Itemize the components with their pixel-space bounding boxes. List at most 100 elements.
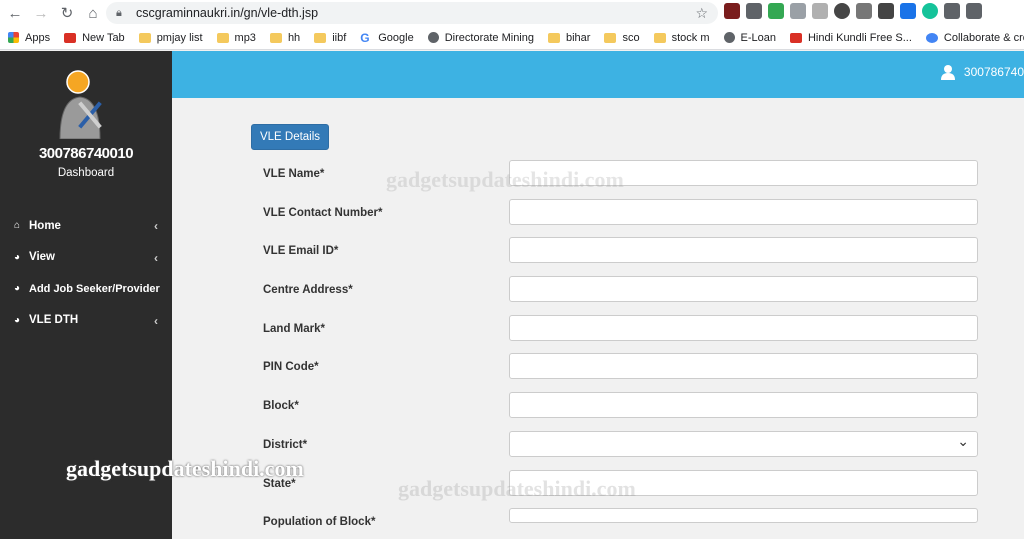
folder-icon (216, 32, 229, 43)
bookmarks-bar: Apps New Tab pmjay list mp3 hh iibf G Goo… (0, 26, 1024, 50)
form-row-block: Block* (263, 392, 979, 428)
sidebar-item-home[interactable]: ⌂ Home ‹ (0, 210, 172, 242)
opera-icon (64, 32, 77, 43)
address-bar[interactable]: 🔒︎ cscgraminnaukri.in/gn/vle-dth.jsp ☆ (106, 2, 718, 24)
kundli-icon (789, 32, 802, 43)
form-row-email: VLE Email ID* (263, 237, 979, 273)
folder-icon (314, 32, 327, 43)
chevron-left-icon: ‹ (154, 219, 158, 233)
folder-icon (653, 32, 666, 43)
dashboard-label: Dashboard (57, 167, 115, 179)
apps-icon (8, 32, 19, 43)
chevron-left-icon: ‹ (154, 313, 158, 328)
sidebar-item-view[interactable]: ◕ View ‹ (0, 242, 172, 274)
bookmark-iibf[interactable]: iibf (314, 32, 346, 44)
reload-icon[interactable]: ↻ (56, 2, 78, 24)
lock-icon: 🔒︎ (116, 6, 122, 19)
sidebar-user-id: 300786740010 (38, 145, 134, 162)
contact-number-input[interactable] (509, 199, 978, 225)
globe-icon (427, 32, 439, 43)
contact-number-label: VLE Contact Number* (263, 207, 383, 219)
browser-toolbar: ← → ↻ ⌂ 🔒︎ cscgraminnaukri.in/gn/vle-dth… (0, 0, 1024, 26)
forward-icon[interactable]: → (30, 2, 52, 24)
pen-icon[interactable] (878, 3, 894, 19)
vle-details-button[interactable]: VLE Details (251, 124, 329, 150)
header-user[interactable]: 300786740 (940, 64, 1024, 80)
form-row-contact-number: VLE Contact Number* (263, 199, 979, 235)
form-row-state: State* (263, 470, 979, 506)
pie-chart-icon: ◕ (14, 251, 21, 263)
land-mark-input[interactable] (509, 315, 978, 341)
grammarly-icon[interactable] (922, 3, 938, 19)
bookmark-google[interactable]: G Google (360, 31, 413, 45)
bookmark-star-icon[interactable]: ☆ (695, 5, 708, 22)
bookmark-stock-m[interactable]: stock m (653, 32, 710, 44)
chevron-left-icon: ‹ (154, 250, 158, 265)
extension-sync-icon[interactable] (768, 3, 784, 19)
bookmark-apps[interactable]: Apps (8, 32, 50, 44)
folder-icon (269, 32, 282, 43)
form-row-land-mark: Land Mark* (263, 315, 979, 351)
top-header: 300786740 (172, 51, 1024, 98)
form-row-district: District* (263, 431, 979, 467)
sidebar-item-vle-dth[interactable]: ◕ VLE DTH ‹ (0, 305, 172, 337)
land-mark-label: Land Mark* (263, 323, 325, 335)
state-input[interactable] (509, 470, 978, 496)
vle-name-input[interactable] (509, 160, 978, 186)
bookmark-hh[interactable]: hh (269, 32, 300, 44)
extension-image-icon[interactable] (856, 3, 872, 19)
folder-icon (604, 32, 617, 43)
district-label: District* (263, 439, 308, 451)
pie-chart-icon: ◕ (14, 314, 21, 326)
folder-icon (548, 32, 560, 43)
state-label: State* (263, 478, 296, 490)
folder-icon (138, 32, 151, 43)
bookmark-mp3[interactable]: mp3 (216, 32, 256, 44)
bookmark-bihar[interactable]: bihar (548, 32, 590, 44)
canva-icon (925, 32, 938, 43)
user-avatar-icon (59, 70, 102, 139)
extensions (724, 3, 982, 19)
bookmark-sco[interactable]: sco (604, 32, 640, 44)
extension-photo-icon[interactable] (746, 3, 762, 19)
extension-arrow-icon[interactable] (812, 3, 828, 19)
google-icon: G (360, 30, 370, 45)
bookmark-new-tab[interactable]: New Tab (64, 32, 125, 44)
email-input[interactable] (509, 237, 978, 263)
bookmark-pmjay-list[interactable]: pmjay list (138, 32, 203, 44)
header-user-id: 300786740 (963, 65, 1024, 79)
centre-address-input[interactable] (509, 276, 978, 302)
sidebar-item-add-job-seeker[interactable]: ◕ Add Job Seeker/Provider (0, 273, 172, 305)
bookmark-collaborate[interactable]: Collaborate & creat... (925, 32, 1024, 44)
pin-code-input[interactable] (509, 353, 978, 379)
globe-icon (723, 32, 735, 43)
extension-k-icon[interactable] (724, 3, 740, 19)
pie-chart-icon: ◕ (14, 283, 21, 295)
block-input[interactable] (509, 392, 978, 418)
form-row-vle-name: VLE Name* (263, 160, 979, 196)
vle-name-label: VLE Name* (263, 168, 325, 180)
url-text: cscgraminnaukri.in/gn/vle-dth.jsp (136, 6, 319, 20)
block-label: Block* (263, 400, 299, 412)
puzzle-icon[interactable] (944, 3, 960, 19)
home-icon[interactable]: ⌂ (82, 2, 104, 24)
form-row-pin-code: PIN Code* (263, 353, 979, 389)
wordpress-icon[interactable] (834, 3, 850, 19)
reading-list-icon[interactable] (966, 3, 982, 19)
district-select[interactable] (509, 431, 978, 457)
bookmark-hindi-kundli[interactable]: Hindi Kundli Free S... (789, 32, 912, 44)
bookmark-directorate-mining[interactable]: Directorate Mining (427, 32, 534, 44)
home-icon: ⌂ (14, 220, 21, 232)
extension-cloud-icon[interactable] (790, 3, 806, 19)
bookmark-e-loan[interactable]: E-Loan (723, 32, 776, 44)
population-input[interactable] (509, 508, 978, 523)
population-label: Population of Block* (263, 516, 376, 528)
back-icon[interactable]: ← (4, 2, 26, 24)
user-icon (940, 65, 955, 80)
form-row-centre-address: Centre Address* (263, 276, 979, 312)
sidebar-menu: ⌂ Home ‹ ◕ View ‹ ◕ Add Job Seeker/Provi… (0, 210, 172, 336)
form-row-population: Population of Block* (263, 508, 979, 539)
extension-save-icon[interactable] (900, 3, 916, 19)
sidebar: 300786740010 Dashboard ⌂ Home ‹ ◕ View ‹… (0, 51, 172, 539)
pin-code-label: PIN Code* (263, 361, 319, 373)
